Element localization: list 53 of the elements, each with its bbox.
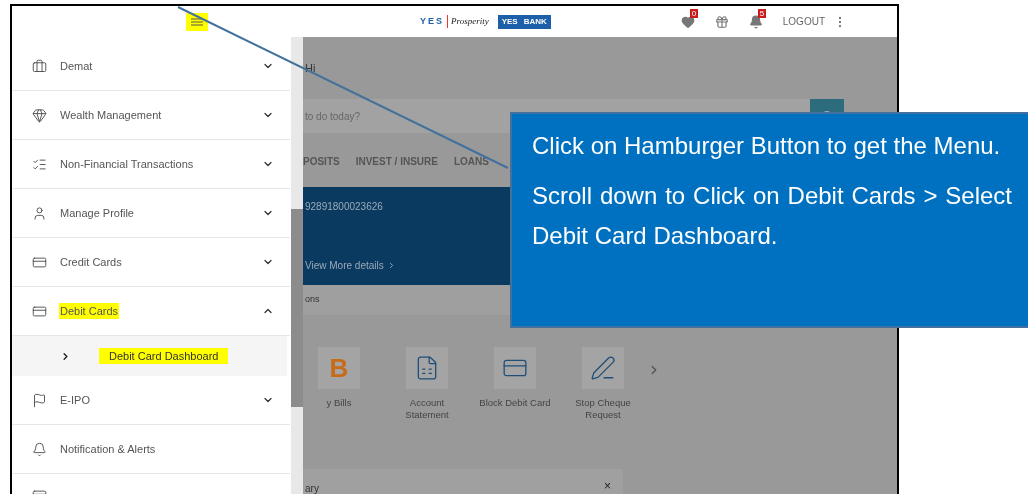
list-icon: [32, 156, 47, 172]
menu-button[interactable]: [186, 12, 208, 31]
submenu-item[interactable]: Debit Card Dashboard: [12, 336, 287, 376]
menu-item[interactable]: Manage Profile: [12, 189, 290, 238]
card-icon: [32, 254, 47, 270]
menu-item[interactable]: Notification & Alerts: [12, 425, 290, 474]
person-icon: [32, 205, 47, 221]
count-badge: 0: [689, 8, 699, 18]
card-icon: [32, 303, 47, 319]
quick-link[interactable]: B y Bills: [303, 347, 375, 409]
quick-link-label: Account Statement: [404, 397, 450, 421]
greeting-text: Hi: [305, 60, 316, 76]
chevron-right-icon: [60, 350, 71, 362]
flag-icon: [32, 392, 47, 408]
view-details-link[interactable]: View More details: [305, 258, 396, 273]
menu-label: Notification & Alerts: [59, 441, 157, 457]
bell-icon[interactable]: [748, 14, 763, 29]
quick-link[interactable]: Block Debit Card: [479, 347, 551, 409]
menu-item[interactable]: Credit Cards: [12, 238, 290, 287]
menu-label: Demat: [59, 58, 94, 74]
quick-link-label: y Bills: [326, 397, 352, 409]
logout-link[interactable]: LOGOUT: [782, 14, 825, 29]
briefcase-icon: [32, 58, 47, 74]
menu-item[interactable]: Non-Financial Transactions: [12, 140, 290, 189]
quick-link-label: Stop Cheque Request: [574, 397, 632, 421]
instruction-text: Click on Hamburger Button to get the Menu.: [532, 131, 1002, 161]
instruction-text: Scroll down to Click on Debit Cards > Select Debit Card Dashboard.: [532, 181, 1012, 251]
menu-label: E-IPO: [59, 392, 91, 408]
quick-link-label: Block Debit Card: [479, 397, 551, 409]
submenu-label: Debit Card Dashboard: [99, 347, 229, 365]
menu-label: Credit Cards: [59, 254, 123, 270]
heart-icon[interactable]: [680, 14, 695, 29]
menu-label: Wealth Management: [59, 107, 163, 123]
menu-item[interactable]: E-IPO: [12, 376, 290, 425]
bell-icon: [32, 441, 47, 457]
menu-label: Debit Cards: [59, 302, 120, 320]
gift-icon[interactable]: [714, 14, 729, 29]
bills-glyph: B: [329, 351, 349, 385]
menu-label: Manage Profile: [59, 205, 135, 221]
logo-script: Prosperity: [447, 14, 489, 29]
quick-link[interactable]: Stop Cheque Request: [567, 347, 639, 421]
account-number: 92891800023626: [305, 200, 384, 214]
card-title: ary: [305, 482, 319, 494]
logo-badge: YES BANK: [497, 14, 551, 29]
count-badge: 5: [757, 8, 767, 18]
cheque-icon: [590, 355, 616, 381]
menu-item[interactable]: Demat: [12, 42, 290, 91]
logo-text: YES: [420, 14, 444, 28]
menu-icon: [191, 17, 203, 26]
menu-item[interactable]: Wealth Management: [12, 91, 290, 140]
menu-label: Non-Financial Transactions: [59, 156, 195, 172]
quick-link[interactable]: Account Statement: [391, 347, 463, 421]
close-icon[interactable]: ×: [604, 481, 611, 491]
